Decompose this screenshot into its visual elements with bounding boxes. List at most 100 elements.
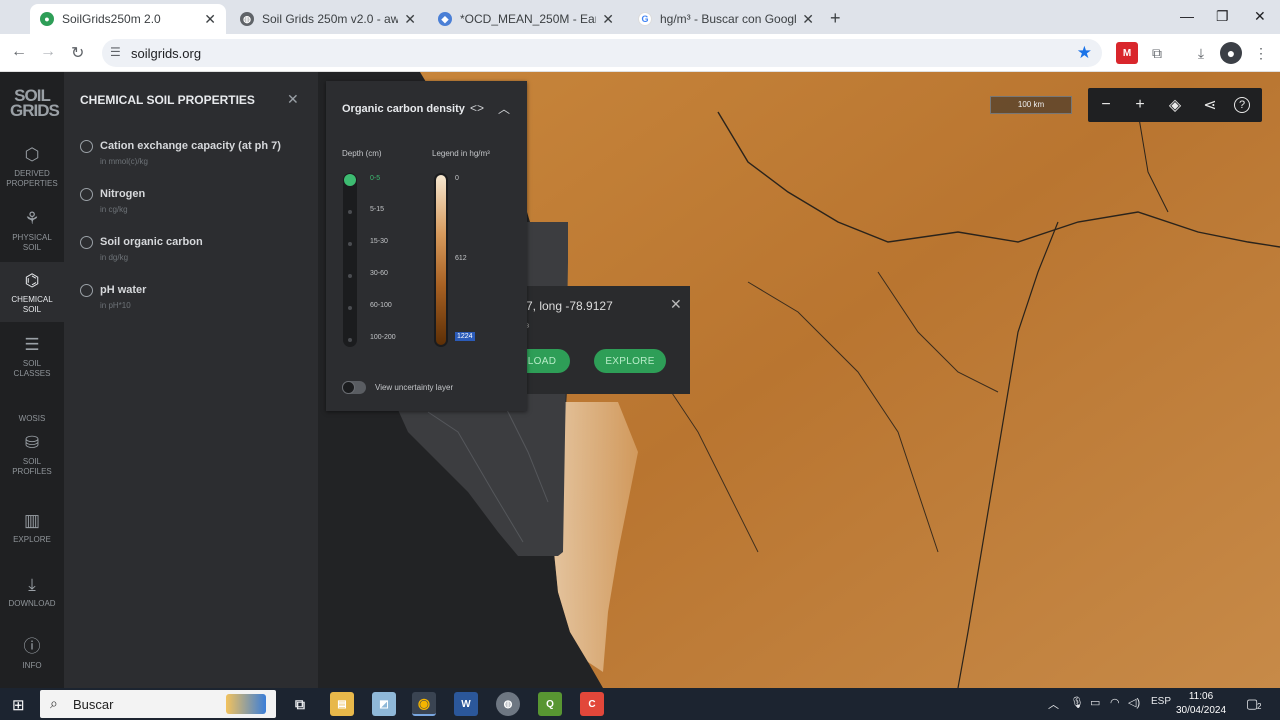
info-icon: ⓘ — [23, 637, 41, 656]
word-icon[interactable]: W — [454, 692, 478, 716]
map-scale-bar: 100 km — [990, 96, 1072, 114]
popup-close-icon[interactable]: ✕ — [670, 296, 682, 313]
depth-option-0-5[interactable]: 0-5 — [370, 175, 380, 182]
property-unit: in dg/kg — [100, 253, 129, 262]
back-icon[interactable]: ← — [11, 43, 27, 61]
chemical-properties-panel: CHEMICAL SOIL PROPERTIES ✕ Cation exchan… — [64, 72, 318, 688]
embed-code-icon[interactable]: <> — [470, 101, 484, 115]
address-bar[interactable]: ☰ soilgrids.org ★ — [102, 39, 1102, 67]
taskbar-search[interactable]: ⌕ Buscar — [40, 690, 276, 718]
depth-option-60-100[interactable]: 60-100 — [370, 302, 392, 309]
share-icon[interactable]: ⋖ — [1199, 94, 1221, 116]
downloads-icon[interactable]: ⤓ — [1190, 42, 1212, 64]
location-popup: 7, long -78.9127 ³ ✕ LOAD EXPLORE — [514, 286, 690, 394]
bookmark-star-icon[interactable]: ★ — [1077, 43, 1092, 63]
depth-slider-handle[interactable] — [344, 174, 356, 186]
chevron-up-icon[interactable]: ︿ — [498, 100, 510, 117]
close-tab-icon[interactable]: ✕ — [602, 11, 614, 28]
red-app-icon[interactable]: C — [580, 692, 604, 716]
depth-option-100-200[interactable]: 100-200 — [370, 334, 396, 341]
nav-derived-properties[interactable]: ⬡ DERIVED PROPERTIES — [0, 144, 64, 196]
tab-title: hg/m³ - Buscar con Google — [660, 12, 797, 26]
battery-icon[interactable]: ▭ — [1090, 696, 1100, 709]
soilgrids-logo[interactable]: SOIL GRIDS — [10, 87, 60, 119]
site-info-icon[interactable]: ☰ — [110, 45, 121, 59]
depth-stop[interactable] — [348, 338, 352, 342]
property-nitrogen[interactable]: Nitrogen in cg/kg — [80, 187, 310, 227]
chrome-icon[interactable]: ◉ — [412, 692, 436, 716]
depth-stop[interactable] — [348, 242, 352, 246]
radio-button[interactable] — [80, 140, 93, 153]
nav-soil-profiles[interactable]: ⛁ SOIL PROFILES — [0, 432, 64, 484]
nav-explore[interactable]: ▥ EXPLORE — [0, 510, 64, 550]
close-tab-icon[interactable]: ✕ — [204, 11, 216, 28]
depth-stop[interactable] — [348, 306, 352, 310]
close-tab-icon[interactable]: ✕ — [802, 11, 814, 28]
globe-app-icon[interactable]: ◍ — [496, 692, 520, 716]
cube-icon: ⬡ — [24, 145, 40, 164]
nav-info[interactable]: ⓘ INFO — [0, 636, 64, 676]
profile-avatar-icon[interactable]: ● — [1220, 42, 1242, 64]
taskbar-clock[interactable]: 11:06 30/04/2024 — [1166, 690, 1236, 718]
microphone-icon[interactable]: 🎙 — [1070, 696, 1084, 709]
close-tab-icon[interactable]: ✕ — [404, 11, 416, 28]
minimize-icon[interactable]: — — [1180, 8, 1194, 24]
help-icon[interactable]: ? — [1234, 97, 1250, 113]
file-explorer-icon[interactable]: ▤ — [330, 692, 354, 716]
windows-start-icon[interactable]: ⊞ — [12, 696, 25, 714]
task-view-icon[interactable]: ⧉ — [288, 692, 312, 716]
property-soil-organic-carbon[interactable]: Soil organic carbon in dg/kg — [80, 235, 310, 275]
nav-download[interactable]: ⤓ DOWNLOAD — [0, 574, 64, 614]
depth-option-5-15[interactable]: 5-15 — [370, 206, 384, 213]
list-icon: ☰ — [24, 335, 40, 354]
url-text[interactable]: soilgrids.org — [131, 46, 201, 61]
volume-icon[interactable]: ◁) — [1128, 696, 1140, 709]
tab-soilgrids-awesome[interactable]: ◍ Soil Grids 250m v2.0 - awesome ✕ — [230, 4, 426, 34]
nav-label: SOIL — [22, 359, 42, 368]
explore-button[interactable]: EXPLORE — [594, 349, 666, 373]
property-unit: in pH*10 — [100, 301, 131, 310]
zoom-out-icon[interactable]: − — [1095, 94, 1117, 116]
tray-chevron-icon[interactable]: ︿ — [1048, 696, 1059, 712]
menu-kebab-icon[interactable]: ⋮ — [1250, 42, 1272, 64]
forward-icon[interactable]: → — [40, 43, 56, 61]
extensions-icon[interactable]: ⧉ — [1146, 42, 1168, 64]
window-close-icon[interactable]: ✕ — [1254, 8, 1266, 25]
notes-app-icon[interactable]: ◩ — [372, 692, 396, 716]
reload-icon[interactable]: ↻ — [71, 43, 84, 63]
wifi-icon[interactable]: ◠ — [1110, 696, 1120, 709]
layers-icon[interactable]: ◈ — [1164, 94, 1186, 116]
google-icon: G — [638, 12, 652, 26]
nav-physical-soil[interactable]: ⚘ PHYSICAL SOIL — [0, 208, 64, 260]
panel-close-icon[interactable]: ✕ — [287, 91, 299, 108]
qgis-icon[interactable]: Q — [538, 692, 562, 716]
uncertainty-toggle[interactable] — [342, 381, 366, 394]
zoom-in-icon[interactable]: + — [1129, 94, 1151, 116]
nav-label: EXPLORE — [13, 535, 51, 544]
radio-button[interactable] — [80, 236, 93, 249]
property-cec[interactable]: Cation exchange capacity (at ph 7) in mm… — [80, 139, 310, 179]
nav-soil-classes[interactable]: ☰ SOIL CLASSES — [0, 334, 64, 386]
property-ph-water[interactable]: pH water in pH*10 — [80, 283, 310, 323]
radio-button[interactable] — [80, 284, 93, 297]
tab-google-search[interactable]: G hg/m³ - Buscar con Google ✕ — [628, 4, 824, 34]
maximize-icon[interactable]: ❐ — [1216, 8, 1229, 25]
depth-option-30-60[interactable]: 30-60 — [370, 270, 388, 277]
main-nav: SOIL GRIDS ⬡ DERIVED PROPERTIES ⚘ PHYSIC… — [0, 72, 64, 688]
tab-earth-engine[interactable]: ◆ *OCD_MEAN_250M - Earth Eng ✕ — [428, 4, 624, 34]
tab-soilgrids[interactable]: ● SoilGrids250m 2.0 ✕ — [30, 4, 226, 34]
mendeley-extension-icon[interactable]: M — [1116, 42, 1138, 64]
depth-stop[interactable] — [348, 274, 352, 278]
nav-label: DERIVED — [14, 169, 50, 178]
ramp-max-label: 1224 — [455, 332, 475, 341]
new-tab-icon[interactable]: + — [830, 8, 841, 29]
depth-stop[interactable] — [348, 210, 352, 214]
depth-slider[interactable] — [343, 173, 357, 347]
nav-chemical-soil[interactable]: ⌬ CHEMICAL SOIL — [0, 262, 64, 322]
ramp-mid-label: 612 — [455, 255, 467, 262]
property-name: Cation exchange capacity (at ph 7) — [100, 140, 281, 152]
depth-option-15-30[interactable]: 15-30 — [370, 238, 388, 245]
radio-button[interactable] — [80, 188, 93, 201]
tab-title: SoilGrids250m 2.0 — [62, 12, 161, 26]
popup-coordinates: 7, long -78.9127 — [526, 299, 613, 313]
